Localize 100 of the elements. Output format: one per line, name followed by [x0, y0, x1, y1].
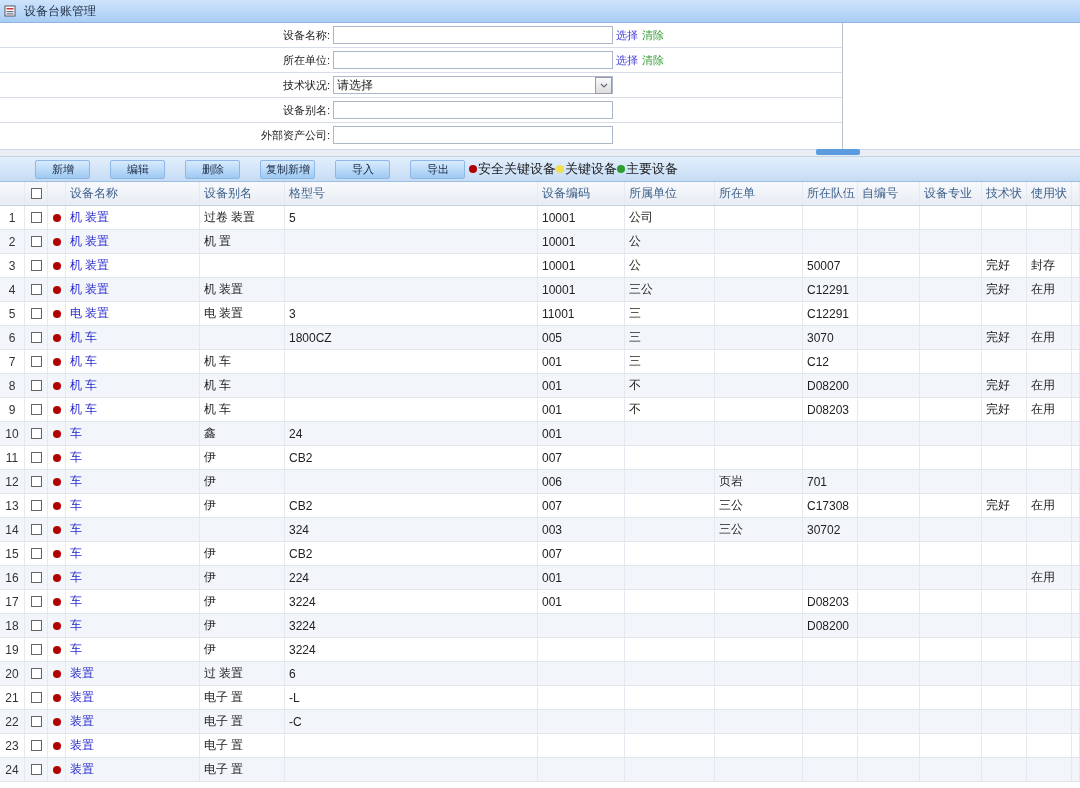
table-row[interactable]: 8 机 车 机 车 001 不 D08200 完好 在用: [0, 374, 1080, 398]
row-checkbox[interactable]: [30, 500, 42, 511]
device-name-link[interactable]: 车: [66, 614, 200, 637]
table-row[interactable]: 1 机 装置 过卷 装置 5 10001 公司: [0, 206, 1080, 230]
table-row[interactable]: 3 机 装置 10001 公 50007 完好 封存: [0, 254, 1080, 278]
table-row[interactable]: 21 装置 电子 置 -L: [0, 686, 1080, 710]
column-header[interactable]: 技术状: [982, 182, 1027, 205]
device-name-link[interactable]: 机 装置: [66, 206, 200, 229]
row-checkbox[interactable]: [30, 356, 42, 367]
column-header[interactable]: 设备名称: [66, 182, 200, 205]
row-checkbox[interactable]: [30, 524, 42, 535]
device-name-link[interactable]: 机 装置: [66, 254, 200, 277]
row-checkbox[interactable]: [30, 644, 42, 655]
row-checkbox[interactable]: [30, 548, 42, 559]
row-checkbox[interactable]: [30, 236, 42, 247]
column-header[interactable]: 所在队伍: [803, 182, 858, 205]
collapse-handle[interactable]: [816, 149, 860, 155]
device-name-link[interactable]: 车: [66, 470, 200, 493]
device-name-link[interactable]: 机 车: [66, 326, 200, 349]
table-row[interactable]: 4 机 装置 机 装置 10001 三公 C12291 完好 在用: [0, 278, 1080, 302]
column-header[interactable]: 格型号: [285, 182, 538, 205]
column-header[interactable]: 所在单: [715, 182, 803, 205]
table-row[interactable]: 19 车 伊 3224: [0, 638, 1080, 662]
row-checkbox[interactable]: [30, 716, 42, 727]
toolbar-button[interactable]: 删除: [185, 159, 240, 179]
device-name-link[interactable]: 装置: [66, 662, 200, 685]
device-name-link[interactable]: 机 车: [66, 350, 200, 373]
device-name-link[interactable]: 机 车: [66, 374, 200, 397]
device-name-link[interactable]: 电 装置: [66, 302, 200, 325]
table-row[interactable]: 16 车 伊 224 001 在用: [0, 566, 1080, 590]
table-row[interactable]: 14 车 324 003 三公 30702: [0, 518, 1080, 542]
input-field[interactable]: [333, 101, 613, 119]
device-name-link[interactable]: 车: [66, 542, 200, 565]
device-name-link[interactable]: 机 装置: [66, 278, 200, 301]
row-checkbox[interactable]: [30, 404, 42, 415]
row-checkbox[interactable]: [30, 740, 42, 751]
row-checkbox[interactable]: [30, 380, 42, 391]
input-field[interactable]: [333, 26, 613, 44]
table-row[interactable]: 10 车 鑫 24 001: [0, 422, 1080, 446]
device-name-link[interactable]: 车: [66, 566, 200, 589]
row-checkbox[interactable]: [30, 212, 42, 223]
row-checkbox[interactable]: [30, 260, 42, 271]
table-row[interactable]: 22 装置 电子 置 -C: [0, 710, 1080, 734]
toolbar-button[interactable]: 复制新增: [260, 159, 315, 179]
device-name-link[interactable]: 装置: [66, 734, 200, 757]
table-row[interactable]: 6 机 车 1800CZ 005 三 3070 完好 在用: [0, 326, 1080, 350]
device-name-link[interactable]: 车: [66, 494, 200, 517]
table-row[interactable]: 5 电 装置 电 装置 3 11001 三 C12291: [0, 302, 1080, 326]
table-row[interactable]: 7 机 车 机 车 001 三 C12: [0, 350, 1080, 374]
table-row[interactable]: 9 机 车 机 车 001 不 D08203 完好 在用: [0, 398, 1080, 422]
table-row[interactable]: 13 车 伊 CB2 007 三公 C17308 完好 在用: [0, 494, 1080, 518]
table-row[interactable]: 12 车 伊 006 页岩 701: [0, 470, 1080, 494]
device-name-link[interactable]: 车: [66, 446, 200, 469]
table-row[interactable]: 18 车 伊 3224 D08200: [0, 614, 1080, 638]
device-name-link[interactable]: 车: [66, 422, 200, 445]
row-checkbox[interactable]: [30, 692, 42, 703]
input-field[interactable]: [333, 126, 613, 144]
select-link[interactable]: 选择: [616, 52, 638, 68]
column-header[interactable]: 设备编码: [538, 182, 625, 205]
row-checkbox[interactable]: [30, 572, 42, 583]
column-header[interactable]: 所属单位: [625, 182, 715, 205]
clear-link[interactable]: 清除: [642, 52, 664, 68]
row-checkbox[interactable]: [30, 764, 42, 775]
select-field[interactable]: 请选择: [333, 76, 613, 94]
row-checkbox[interactable]: [30, 596, 42, 607]
toolbar-button[interactable]: 导入: [335, 159, 390, 179]
select-all-checkbox[interactable]: [30, 188, 42, 199]
clear-link[interactable]: 清除: [642, 27, 664, 43]
input-field[interactable]: [333, 51, 613, 69]
device-name-link[interactable]: 机 装置: [66, 230, 200, 253]
column-header[interactable]: 设备专业: [920, 182, 982, 205]
table-row[interactable]: 15 车 伊 CB2 007: [0, 542, 1080, 566]
toolbar-button[interactable]: 导出: [410, 159, 465, 179]
device-name-link[interactable]: 装置: [66, 758, 200, 781]
row-checkbox[interactable]: [30, 620, 42, 631]
row-checkbox[interactable]: [30, 428, 42, 439]
device-name-link[interactable]: 车: [66, 638, 200, 661]
device-name-link[interactable]: 装置: [66, 710, 200, 733]
device-name-link[interactable]: 机 车: [66, 398, 200, 421]
table-row[interactable]: 24 装置 电子 置: [0, 758, 1080, 782]
device-name-link[interactable]: 车: [66, 590, 200, 613]
toolbar-button[interactable]: 编辑: [110, 159, 165, 179]
toolbar-button[interactable]: 新增: [35, 159, 90, 179]
column-header[interactable]: 自编号: [858, 182, 920, 205]
row-checkbox[interactable]: [30, 668, 42, 679]
row-checkbox[interactable]: [30, 452, 42, 463]
table-row[interactable]: 23 装置 电子 置: [0, 734, 1080, 758]
column-header[interactable]: 使用状: [1027, 182, 1072, 205]
column-header[interactable]: 设备别名: [200, 182, 285, 205]
row-checkbox[interactable]: [30, 332, 42, 343]
row-checkbox[interactable]: [30, 476, 42, 487]
table-row[interactable]: 20 装置 过 装置 6: [0, 662, 1080, 686]
select-link[interactable]: 选择: [616, 27, 638, 43]
table-row[interactable]: 11 车 伊 CB2 007: [0, 446, 1080, 470]
row-checkbox[interactable]: [30, 284, 42, 295]
row-checkbox[interactable]: [30, 308, 42, 319]
table-row[interactable]: 2 机 装置 机 置 10001 公: [0, 230, 1080, 254]
device-name-link[interactable]: 车: [66, 518, 200, 541]
table-row[interactable]: 17 车 伊 3224 001 D08203: [0, 590, 1080, 614]
device-name-link[interactable]: 装置: [66, 686, 200, 709]
